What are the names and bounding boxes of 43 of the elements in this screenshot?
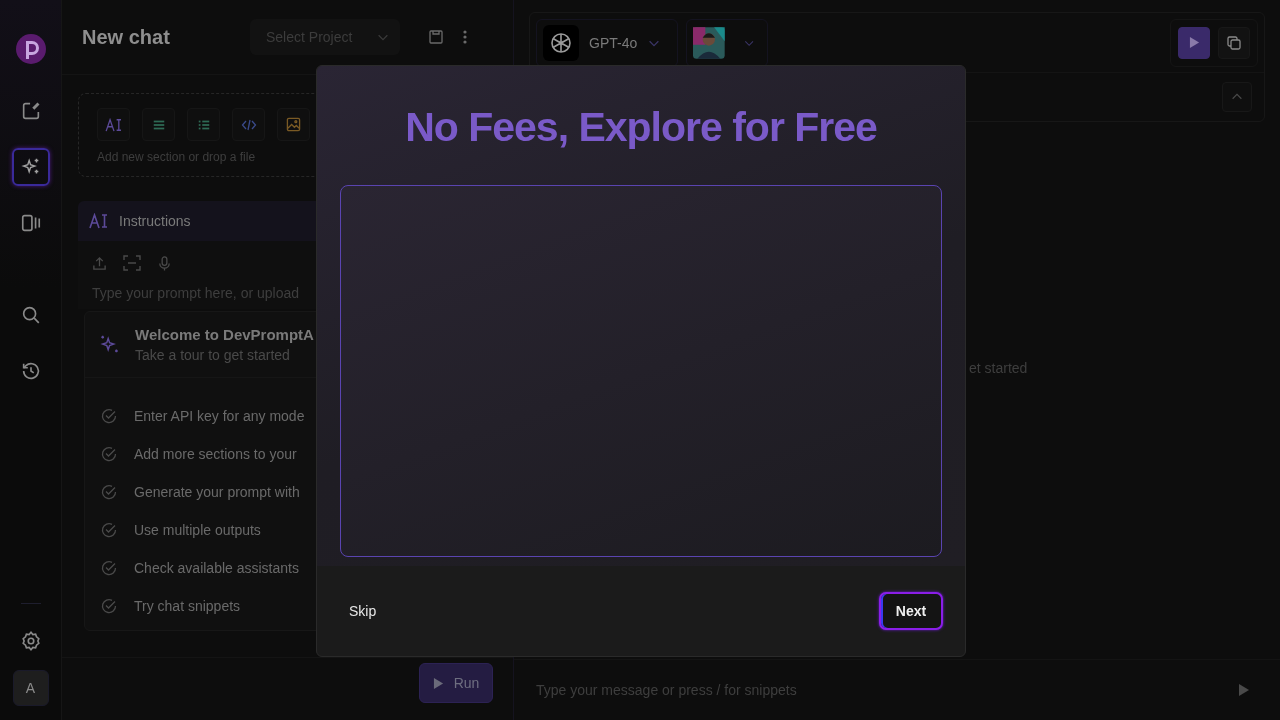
more-icon[interactable] bbox=[462, 29, 468, 45]
section-title: Instructions bbox=[119, 213, 191, 229]
check-circle-icon bbox=[101, 598, 117, 614]
play-button[interactable] bbox=[1178, 26, 1210, 59]
tour-title: Welcome to DevPromptA bbox=[135, 326, 314, 343]
play-icon bbox=[1188, 36, 1200, 49]
logo-icon bbox=[14, 33, 47, 65]
check-circle-icon bbox=[101, 408, 117, 424]
model-logo-icon bbox=[543, 24, 579, 61]
check-circle-icon bbox=[101, 484, 117, 500]
tour-step[interactable]: Try chat snippets bbox=[134, 598, 241, 614]
tour-step[interactable]: Use multiple outputs bbox=[134, 522, 261, 538]
settings-icon[interactable] bbox=[19, 630, 42, 652]
paragraph-icon[interactable] bbox=[142, 108, 175, 141]
tour-step[interactable]: Enter API key for any mode bbox=[134, 408, 305, 424]
microphone-icon[interactable] bbox=[157, 255, 172, 271]
ai-text-icon bbox=[89, 213, 109, 229]
save-icon[interactable] bbox=[428, 29, 444, 45]
panels-icon bbox=[19, 212, 42, 234]
next-button[interactable]: Next bbox=[879, 592, 943, 630]
ai-text-icon[interactable] bbox=[97, 108, 130, 141]
run-button[interactable]: Run bbox=[419, 663, 493, 703]
scan-icon[interactable] bbox=[123, 255, 141, 271]
check-circle-icon bbox=[101, 522, 117, 538]
tour-step[interactable]: Generate your prompt with bbox=[134, 484, 300, 500]
chat-title: New chat bbox=[82, 25, 171, 49]
sparkle-nav-button[interactable] bbox=[11, 148, 50, 186]
code-icon[interactable] bbox=[232, 108, 265, 141]
check-circle-icon bbox=[101, 446, 117, 462]
model-name: GPT-4o bbox=[589, 34, 638, 51]
copy-button[interactable] bbox=[1218, 26, 1250, 59]
check-circle-icon bbox=[101, 560, 117, 576]
tour-subtitle: Take a tour to get started bbox=[135, 347, 291, 363]
skip-button[interactable]: Skip bbox=[341, 595, 385, 627]
upload-icon[interactable] bbox=[92, 255, 107, 271]
play-icon bbox=[432, 676, 444, 690]
list-icon[interactable] bbox=[187, 108, 220, 141]
user-avatar[interactable]: A bbox=[12, 670, 49, 706]
image-icon[interactable] bbox=[277, 108, 310, 141]
tour-step[interactable]: Add more sections to your bbox=[134, 446, 297, 462]
send-icon[interactable] bbox=[1238, 683, 1250, 697]
copy-icon bbox=[1226, 34, 1242, 51]
tour-step[interactable]: Check available assistants bbox=[134, 560, 299, 576]
